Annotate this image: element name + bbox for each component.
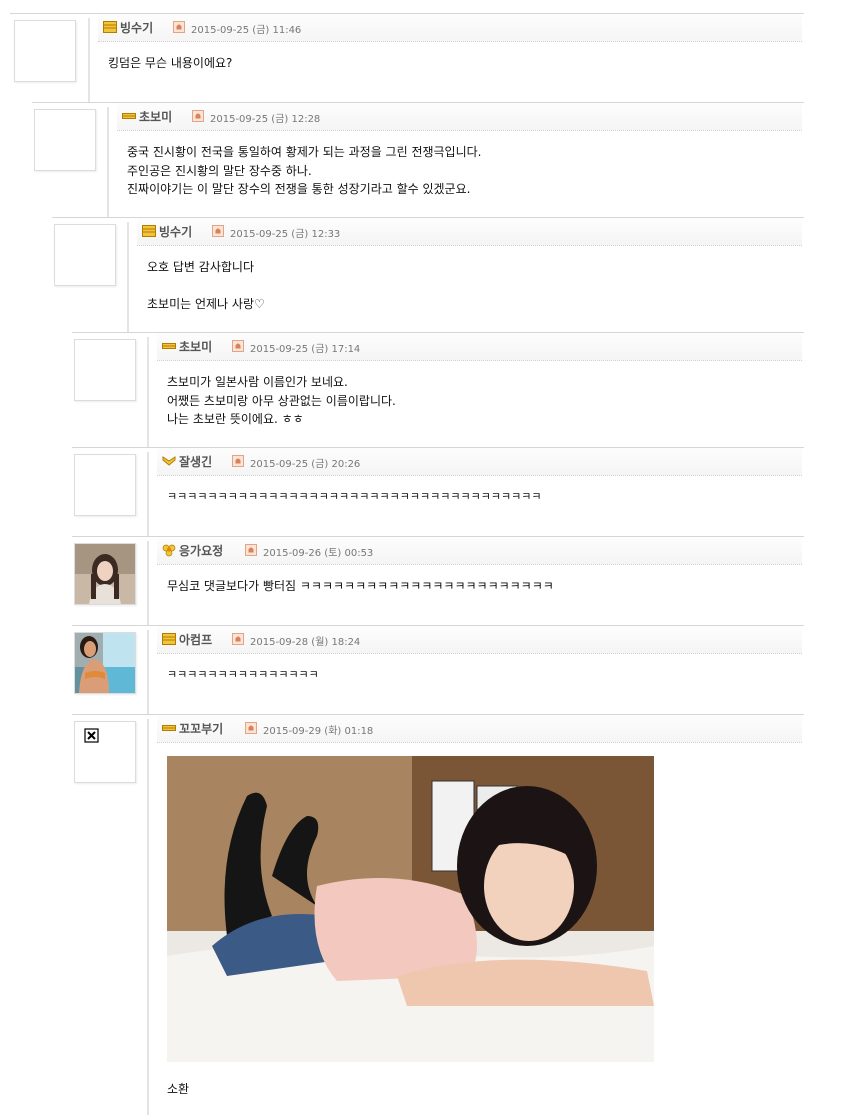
comment-line: 초보미는 언제나 사랑♡ [147, 297, 265, 311]
comment-line: 주인공은 진시황의 말단 장수중 하나. [127, 163, 312, 178]
comment-line: 어쨌든 츠보미랑 아무 상관없는 이름이랍니다. [167, 393, 396, 408]
level-bar-icon [162, 343, 176, 349]
comment-header: 초보미 2015-09-25 (금) 17:14 [157, 333, 802, 361]
comment-body: 츠보미가 일본사람 이름인가 보네요. 어쨌든 츠보미랑 아무 상관없는 이름이… [167, 373, 396, 429]
comment-line: 오호 답변 감사합니다 [147, 260, 254, 274]
avatar[interactable] [34, 109, 96, 171]
level-lines-icon [142, 225, 156, 237]
avatar[interactable] [74, 339, 136, 401]
comment-body: 중국 진시황이 전국을 통일하여 황제가 되는 과정을 그린 전쟁극입니다. 주… [127, 143, 482, 199]
comment-line: 킹덤은 무슨 내용이에요? [108, 56, 233, 70]
comment: 빙수기 2015-09-25 (금) 11:46 킹덤은 무슨 내용이에요? [10, 13, 804, 102]
comment-header: 빙수기 2015-09-25 (금) 11:46 [98, 14, 802, 42]
comment-line: ㅋㅋㅋㅋㅋㅋㅋㅋㅋㅋㅋㅋㅋㅋㅋㅋㅋㅋㅋㅋㅋㅋㅋㅋㅋㅋㅋㅋㅋㅋㅋㅋㅋㅋㅋㅋㅋ [167, 490, 542, 503]
nickname[interactable]: 잘생긴 [179, 453, 212, 470]
comment: 초보미 2015-09-25 (금) 17:14 츠보미가 일본사람 이름인가 … [72, 332, 804, 447]
reply-divider [88, 18, 90, 102]
comment-header: 잘생긴 2015-09-25 (금) 20:26 [157, 448, 802, 476]
avatar[interactable] [74, 454, 136, 516]
level-bar-icon [162, 725, 176, 731]
comment-header: 초보미 2015-09-25 (금) 12:28 [117, 103, 802, 131]
comment: 초보미 2015-09-25 (금) 12:28 중국 진시황이 전국을 통일하… [32, 102, 804, 217]
comment-date: 2015-09-25 (금) 12:33 [230, 229, 341, 240]
alarm-icon[interactable] [212, 225, 224, 237]
comment: 빙수기 2015-09-25 (금) 12:33 오호 답변 감사합니다 초보미… [52, 217, 804, 332]
alarm-icon[interactable] [245, 544, 257, 556]
reply-divider [147, 541, 149, 625]
avatar[interactable] [74, 721, 136, 783]
level-bar-icon [122, 113, 136, 119]
comment-body: 소환 [167, 1080, 189, 1099]
comment-line: 소환 [167, 1082, 190, 1096]
comment-line: 츠보미가 일본사람 이름인가 보네요. [167, 375, 348, 389]
reply-divider [127, 222, 129, 332]
nickname[interactable]: 꼬꼬부기 [179, 720, 223, 737]
comment-date: 2015-09-26 (토) 00:53 [263, 548, 374, 559]
level-lines-icon [162, 633, 176, 645]
comment: 응가요정 2015-09-26 (토) 00:53 무심코 댓글보다가 빵터짐 … [72, 536, 804, 625]
comment-header: 응가요정 2015-09-26 (토) 00:53 [157, 537, 802, 565]
avatar-photo [75, 544, 135, 604]
comment-date: 2015-09-25 (금) 17:14 [250, 344, 361, 355]
nickname[interactable]: 초보미 [179, 338, 212, 355]
comment-date: 2015-09-25 (금) 11:46 [191, 25, 302, 36]
nickname[interactable]: 빙수기 [159, 223, 192, 240]
level-chevron-icon [162, 456, 176, 466]
comment-line: 나는 초보란 뜻이에요. ㅎㅎ [167, 412, 304, 426]
comment-line: 중국 진시황이 전국을 통일하여 황제가 되는 과정을 그린 전쟁극입니다. [127, 145, 482, 159]
comment-body: 킹덤은 무슨 내용이에요? [108, 54, 232, 73]
comment-date: 2015-09-25 (금) 12:28 [210, 114, 321, 125]
comment-body: 무심코 댓글보다가 빵터짐 ㅋㅋㅋㅋㅋㅋㅋㅋㅋㅋㅋㅋㅋㅋㅋㅋㅋㅋㅋㅋㅋㅋㅋ [167, 577, 554, 596]
reply-divider [147, 452, 149, 536]
comment-line: 무심코 댓글보다가 빵터짐 ㅋㅋㅋㅋㅋㅋㅋㅋㅋㅋㅋㅋㅋㅋㅋㅋㅋㅋㅋㅋㅋㅋㅋ [167, 579, 554, 593]
reply-divider [147, 630, 149, 714]
comment: 아컴프 2015-09-28 (월) 18:24 ㅋㅋㅋㅋㅋㅋㅋㅋㅋㅋㅋㅋㅋㅋㅋ [72, 625, 804, 714]
alarm-icon[interactable] [232, 455, 244, 467]
comment-body: ㅋㅋㅋㅋㅋㅋㅋㅋㅋㅋㅋㅋㅋㅋㅋ [167, 666, 319, 685]
alarm-icon[interactable] [192, 110, 204, 122]
nickname[interactable]: 초보미 [139, 108, 172, 125]
comment-date: 2015-09-25 (금) 20:26 [250, 459, 361, 470]
comment-body: ㅋㅋㅋㅋㅋㅋㅋㅋㅋㅋㅋㅋㅋㅋㅋㅋㅋㅋㅋㅋㅋㅋㅋㅋㅋㅋㅋㅋㅋㅋㅋㅋㅋㅋㅋㅋㅋ [167, 488, 541, 507]
comment: 꼬꼬부기 2015-09-29 (화) 01:18 소환 [72, 714, 804, 1115]
comment-date: 2015-09-28 (월) 18:24 [250, 637, 361, 648]
avatar[interactable] [74, 632, 136, 694]
comment-line: 진짜이야기는 이 말단 장수의 전쟁을 통한 성장기라고 할수 있겠군요. [127, 182, 471, 196]
reply-divider [107, 107, 109, 217]
nickname[interactable]: 응가요정 [179, 542, 223, 559]
avatar[interactable] [74, 543, 136, 605]
alarm-icon[interactable] [173, 21, 185, 33]
reply-divider [147, 719, 149, 1115]
alarm-icon[interactable] [232, 633, 244, 645]
nickname[interactable]: 아컴프 [179, 631, 212, 648]
level-flower-icon [162, 544, 176, 557]
comment-body: 오호 답변 감사합니다 초보미는 언제나 사랑♡ [147, 258, 265, 314]
level-lines-icon [103, 21, 117, 33]
reply-divider [147, 337, 149, 447]
nickname[interactable]: 빙수기 [120, 19, 153, 36]
attached-photo[interactable] [167, 756, 654, 1062]
comment-header: 아컴프 2015-09-28 (월) 18:24 [157, 626, 802, 654]
alarm-icon[interactable] [245, 722, 257, 734]
avatar[interactable] [14, 20, 76, 82]
avatar[interactable] [54, 224, 116, 286]
comment-header: 빙수기 2015-09-25 (금) 12:33 [137, 218, 802, 246]
comment-header: 꼬꼬부기 2015-09-29 (화) 01:18 [157, 715, 802, 743]
comment-line: ㅋㅋㅋㅋㅋㅋㅋㅋㅋㅋㅋㅋㅋㅋㅋ [167, 668, 319, 681]
alarm-icon[interactable] [232, 340, 244, 352]
comment: 잘생긴 2015-09-25 (금) 20:26 ㅋㅋㅋㅋㅋㅋㅋㅋㅋㅋㅋㅋㅋㅋㅋ… [72, 447, 804, 536]
avatar-photo [75, 633, 135, 693]
broken-image-icon [84, 728, 99, 743]
comment-date: 2015-09-29 (화) 01:18 [263, 726, 374, 737]
